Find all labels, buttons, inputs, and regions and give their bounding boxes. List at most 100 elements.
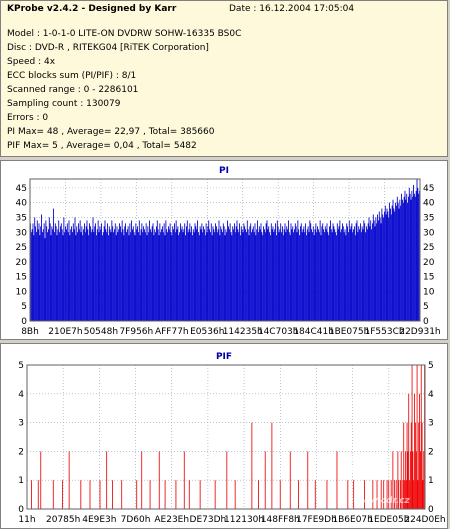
pif-bar <box>89 480 91 509</box>
pi-bar <box>228 229 230 321</box>
watermark: CD <box>347 452 382 477</box>
pi-bar <box>36 232 37 321</box>
pi-bar <box>378 220 379 321</box>
pif-bar <box>326 480 328 509</box>
pi-bar <box>331 232 333 321</box>
pi-bar <box>280 223 282 322</box>
pi-bar <box>325 229 327 321</box>
pif-bar <box>40 451 42 509</box>
pi-bar <box>362 229 364 321</box>
pi-bar <box>90 232 92 321</box>
pi-bar <box>397 202 399 321</box>
pi-bar <box>399 199 401 321</box>
pi-bar <box>212 226 214 321</box>
pi-bar <box>151 226 153 321</box>
pi-bar <box>299 235 300 321</box>
pi-bar <box>358 226 360 321</box>
pi-bar <box>258 226 260 321</box>
pi-bar <box>390 208 391 321</box>
pi-bar <box>152 223 154 322</box>
pif-bar <box>183 451 185 509</box>
pi-bar <box>303 226 305 321</box>
pif-y-tick-label: 2 <box>18 447 24 457</box>
pi-bar <box>191 226 192 321</box>
pif-bar <box>307 451 309 509</box>
pi-bar <box>400 205 402 322</box>
pi-bar <box>377 214 378 321</box>
pi-bar <box>231 235 233 321</box>
pi-bar <box>282 226 283 321</box>
pif-y-tick-label-right: 1 <box>428 476 434 486</box>
pi-bar <box>177 226 179 321</box>
pi-bar <box>417 187 419 322</box>
pi-bar <box>213 229 215 321</box>
pi-bar <box>51 226 53 321</box>
pi-y-tick-label: 10 <box>16 287 28 297</box>
pi-bar <box>200 229 202 321</box>
pi-bar <box>114 223 116 322</box>
pi-bar <box>170 232 172 321</box>
pi-bar <box>205 223 207 322</box>
pi-bar <box>168 229 170 321</box>
pi-bar <box>195 226 197 321</box>
pi-bar <box>217 229 219 321</box>
pif-bar <box>412 451 414 509</box>
pi-bar <box>130 232 132 321</box>
pi-bar <box>129 223 131 322</box>
pi-bar <box>91 229 93 321</box>
pi-chart: 0 0 5 5 10 10 15 15 20 20 25 25 30 30 35 35 40 40 45 45 8Bh 2… <box>16 178 441 337</box>
pi-bar <box>360 223 361 322</box>
pif-x-tick-label: 1B6E07h <box>332 515 372 525</box>
pi-bar <box>247 229 249 321</box>
pi-bar <box>271 229 273 321</box>
pi-bar <box>41 214 42 321</box>
pif-y-tick-label-right: 0 <box>428 505 434 515</box>
pi-bar <box>369 226 371 321</box>
pi-bar <box>272 226 274 321</box>
pi-bar <box>66 223 68 322</box>
pi-bar <box>387 211 389 321</box>
pi-bar <box>219 235 221 321</box>
pif-bar <box>417 480 419 509</box>
pi-bar <box>60 223 62 322</box>
pi-bar <box>114 229 115 321</box>
pi-bar <box>291 229 293 321</box>
pi-bar <box>230 232 232 321</box>
pif-bar <box>298 480 299 509</box>
pi-bar <box>248 235 250 321</box>
pif-bar <box>214 480 216 509</box>
pi-bar <box>254 223 256 322</box>
pi-bar <box>196 229 198 321</box>
pi-bar <box>342 223 343 322</box>
pi-bar <box>341 229 342 321</box>
pi-bar <box>226 232 228 321</box>
pi-bar <box>276 220 278 321</box>
pi-bar <box>384 205 386 322</box>
pi-bar <box>121 220 123 321</box>
pi-bar <box>109 229 111 321</box>
pi-bar <box>64 232 66 321</box>
pif-x-tick-label: AE23Eh <box>154 515 189 525</box>
pi-bar <box>73 229 75 321</box>
pi-bar <box>378 211 380 321</box>
pi-bar <box>48 229 49 321</box>
pif-bar <box>423 451 425 509</box>
pif-bar <box>279 480 281 509</box>
pif-bar <box>419 451 421 509</box>
pi-bar <box>97 220 99 321</box>
pif-y-tick-label-right: 5 <box>428 361 434 371</box>
pi-bar <box>187 232 189 321</box>
pi-bar <box>308 232 310 321</box>
pi-bar <box>416 179 418 321</box>
pi-bar <box>402 202 404 321</box>
pi-bar <box>258 232 259 321</box>
pi-bar <box>398 208 400 321</box>
pi-bar <box>208 220 210 321</box>
pi-bar <box>394 211 396 321</box>
pi-bar <box>222 232 223 321</box>
pi-bar <box>209 229 210 321</box>
pif-bar <box>408 393 410 509</box>
pif-bar <box>121 480 123 509</box>
pi-bar <box>160 232 162 321</box>
pi-bar <box>35 226 36 321</box>
